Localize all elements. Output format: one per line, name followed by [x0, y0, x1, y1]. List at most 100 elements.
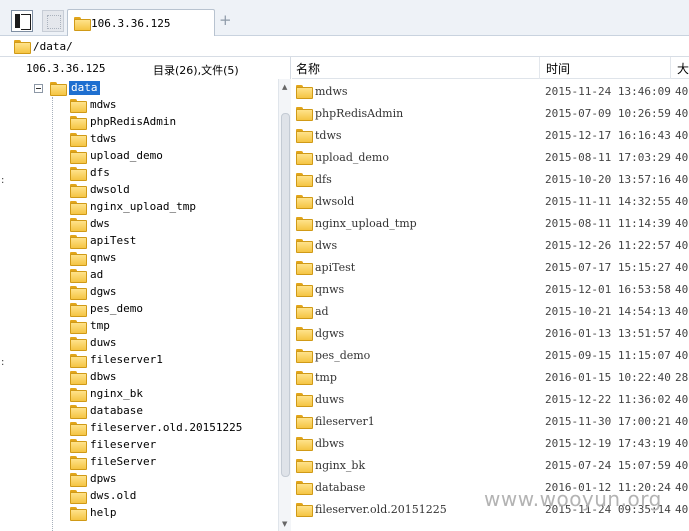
file-row[interactable]: dgws 2016-01-13 13:51:57 40 — [292, 323, 689, 345]
file-row[interactable]: apiTest 2015-07-17 15:15:27 40 — [292, 257, 689, 279]
tree-item[interactable]: tdws — [70, 131, 270, 148]
tree-item[interactable]: duws — [70, 335, 270, 352]
tree-item-label: dbws — [90, 370, 117, 383]
folder-icon — [70, 337, 87, 351]
file-row[interactable]: duws 2015-12-22 11:36:02 40 — [292, 389, 689, 411]
folder-icon — [70, 133, 87, 147]
tree-item[interactable]: help — [70, 505, 270, 522]
tree-item[interactable]: dws.old — [70, 488, 270, 505]
tree-guide-line — [52, 97, 53, 531]
folder-icon — [296, 371, 313, 385]
tree-item[interactable]: dpws — [70, 471, 270, 488]
column-size[interactable]: 大 — [677, 60, 689, 77]
tree-item-label: help — [90, 506, 117, 519]
tree-item[interactable]: dfs — [70, 165, 270, 182]
folder-icon — [296, 239, 313, 253]
file-row[interactable]: dws 2015-12-26 11:22:57 40 — [292, 235, 689, 257]
tree-item[interactable]: nginx_upload_tmp — [70, 199, 270, 216]
column-divider[interactable] — [670, 57, 671, 79]
file-list-pane: 名称 时间 大 mdws 2015-11-24 13:46:09 40 phpRedi… — [292, 57, 689, 531]
folder-icon — [70, 116, 87, 130]
file-row[interactable]: nginx_upload_tmp 2015-08-11 11:14:39 40 — [292, 213, 689, 235]
file-row[interactable]: ad 2015-10-21 14:54:13 40 — [292, 301, 689, 323]
tree-item[interactable]: dws — [70, 216, 270, 233]
tree-item[interactable]: upload_demo — [70, 148, 270, 165]
toggle-panel-button[interactable] — [11, 10, 33, 32]
tree-item[interactable]: qnws — [70, 250, 270, 267]
tree-item-label: database — [90, 404, 143, 417]
folder-icon — [70, 286, 87, 300]
file-time: 2016-01-13 13:51:57 — [545, 327, 671, 340]
tree-item[interactable]: apiTest — [70, 233, 270, 250]
column-divider[interactable] — [539, 57, 540, 79]
file-row[interactable]: phpRedisAdmin 2015-07-09 10:26:59 40 — [292, 103, 689, 125]
file-size: 40 — [675, 415, 689, 428]
tree-item[interactable]: mdws — [70, 97, 270, 114]
tree-item-label: pes_demo — [90, 302, 143, 315]
file-time: 2015-11-24 13:46:09 — [545, 85, 671, 98]
file-time: 2015-12-01 16:53:58 — [545, 283, 671, 296]
file-row[interactable]: dfs 2015-10-20 13:57:16 40 — [292, 169, 689, 191]
file-name: dws — [315, 239, 338, 252]
folder-icon — [70, 235, 87, 249]
file-row[interactable]: dbws 2015-12-19 17:43:19 40 — [292, 433, 689, 455]
tree-item[interactable]: ad — [70, 267, 270, 284]
directory-tree: data mdws phpRedisAdmin tdws upload_demo dfs… — [0, 79, 278, 531]
tree-item[interactable]: dwsold — [70, 182, 270, 199]
file-name: upload_demo — [315, 151, 389, 164]
tree-item[interactable]: nginx_bk — [70, 386, 270, 403]
tree-item-label: tmp — [90, 319, 110, 332]
tree-scrollbar[interactable]: ▲ ▼ — [278, 79, 291, 531]
file-time: 2015-12-26 11:22:57 — [545, 239, 671, 252]
file-time: 2015-07-09 10:26:59 — [545, 107, 671, 120]
new-tab-button[interactable]: + — [219, 13, 232, 28]
directory-tree-pane: 106.3.36.125 目录(26),文件(5) data mdws phpRe… — [0, 57, 291, 531]
tree-header: 106.3.36.125 目录(26),文件(5) — [0, 57, 291, 79]
folder-icon — [70, 439, 87, 453]
folder-icon — [70, 218, 87, 232]
folder-icon — [296, 217, 313, 231]
file-row[interactable]: upload_demo 2015-08-11 17:03:29 40 — [292, 147, 689, 169]
file-time: 2015-12-17 16:16:43 — [545, 129, 671, 142]
file-name: mdws — [315, 85, 348, 98]
file-row[interactable]: pes_demo 2015-09-15 11:15:07 40 — [292, 345, 689, 367]
folder-icon — [70, 507, 87, 521]
path-bar[interactable]: /data/ — [0, 36, 689, 57]
folder-icon — [296, 305, 313, 319]
collapse-icon[interactable] — [34, 84, 43, 93]
splitter-grip[interactable]: : — [1, 357, 4, 368]
scrollbar-thumb[interactable] — [281, 113, 290, 477]
file-row[interactable]: tmp 2016-01-15 10:22:40 28 — [292, 367, 689, 389]
folder-icon — [296, 459, 313, 473]
scroll-up-icon[interactable]: ▲ — [282, 83, 287, 91]
tree-item[interactable]: fileserver.old.20151225 — [70, 420, 270, 437]
tree-item[interactable]: pes_demo — [70, 301, 270, 318]
tab-title: 106.3.36.125 — [91, 17, 171, 30]
splitter-grip[interactable]: : — [1, 175, 4, 186]
file-row[interactable]: fileserver1 2015-11-30 17:00:21 40 — [292, 411, 689, 433]
folder-icon — [296, 503, 313, 517]
file-row[interactable]: mdws 2015-11-24 13:46:09 40 — [292, 81, 689, 103]
column-name[interactable]: 名称 — [296, 60, 320, 77]
file-row[interactable]: dwsold 2015-11-11 14:32:55 40 — [292, 191, 689, 213]
tree-item[interactable]: database — [70, 403, 270, 420]
file-name: tdws — [315, 129, 342, 142]
file-time: 2015-08-11 17:03:29 — [545, 151, 671, 164]
column-time[interactable]: 时间 — [546, 60, 570, 77]
file-row[interactable]: nginx_bk 2015-07-24 15:07:59 40 — [292, 455, 689, 477]
scroll-down-icon[interactable]: ▼ — [282, 520, 287, 528]
tree-item[interactable]: dbws — [70, 369, 270, 386]
file-row[interactable]: tdws 2015-12-17 16:16:43 40 — [292, 125, 689, 147]
tree-item[interactable]: dgws — [70, 284, 270, 301]
secondary-view-button[interactable] — [42, 10, 64, 32]
tab-server[interactable]: 106.3.36.125 — [67, 9, 215, 36]
tree-item[interactable]: fileserver1 — [70, 352, 270, 369]
tree-item[interactable]: tmp — [70, 318, 270, 335]
host-label: 106.3.36.125 — [26, 62, 106, 75]
file-row[interactable]: qnws 2015-12-01 16:53:58 40 — [292, 279, 689, 301]
tree-item[interactable]: fileserver — [70, 437, 270, 454]
tree-item[interactable]: phpRedisAdmin — [70, 114, 270, 131]
file-size: 40 — [675, 481, 689, 494]
tree-item[interactable]: fileServer — [70, 454, 270, 471]
folder-icon — [70, 490, 87, 504]
